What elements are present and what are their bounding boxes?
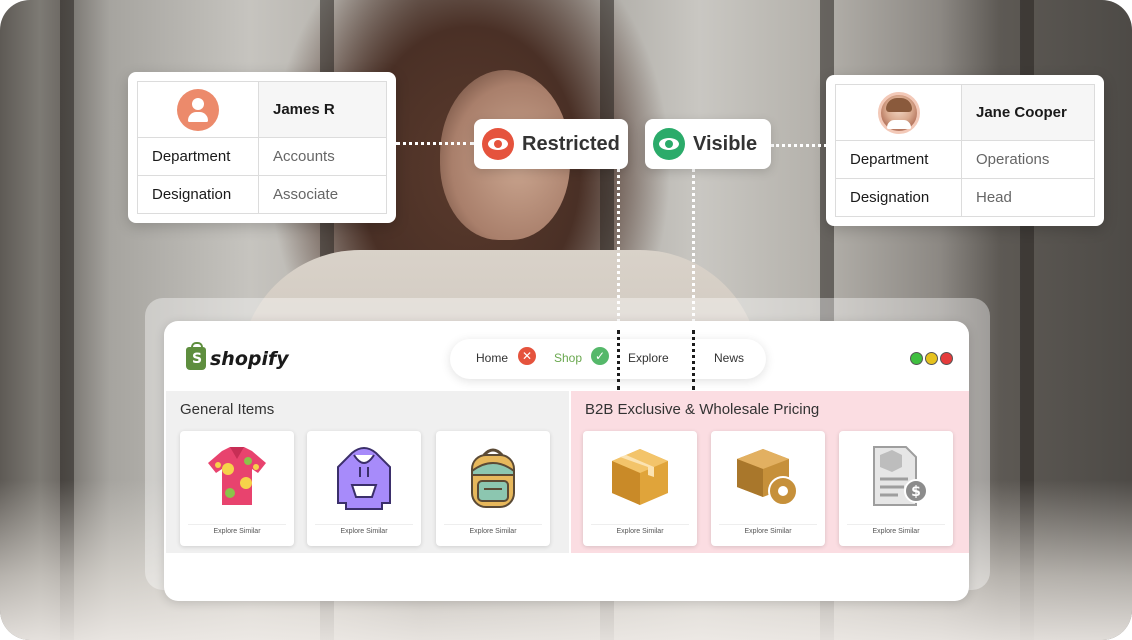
nav-explore[interactable]: Explore bbox=[628, 351, 669, 365]
nav-shop[interactable]: Shop bbox=[554, 351, 582, 365]
window-dot-yellow[interactable] bbox=[925, 352, 938, 365]
svg-text:$: $ bbox=[911, 484, 921, 500]
field-label: Department bbox=[137, 137, 259, 176]
user-name: Jane Cooper bbox=[961, 84, 1095, 141]
field-value: Associate bbox=[258, 175, 387, 214]
field-value: Accounts bbox=[258, 137, 387, 176]
explore-similar-link[interactable]: Explore Similar bbox=[444, 524, 542, 538]
shopping-bag-icon: S bbox=[186, 342, 206, 370]
visible-check-icon: ✓ bbox=[591, 347, 609, 365]
shirt-icon bbox=[180, 445, 294, 515]
connector-line bbox=[771, 144, 827, 147]
user-card-james: James R Department Accounts Designation … bbox=[128, 72, 396, 223]
explore-similar-link[interactable]: Explore Similar bbox=[719, 524, 817, 538]
product-card[interactable]: Explore Similar bbox=[436, 431, 550, 546]
nav-home[interactable]: Home bbox=[476, 351, 508, 365]
product-card[interactable]: Explore Similar bbox=[307, 431, 421, 546]
product-card[interactable]: $ Explore Similar bbox=[839, 431, 953, 546]
explore-similar-link[interactable]: Explore Similar bbox=[315, 524, 413, 538]
window-controls bbox=[910, 352, 953, 365]
store-nav: Home ✕ Shop ✓ Explore News bbox=[450, 339, 766, 379]
explore-similar-link[interactable]: Explore Similar bbox=[188, 524, 286, 538]
restricted-badge: Restricted bbox=[474, 119, 628, 169]
window-dot-red[interactable] bbox=[940, 352, 953, 365]
hoodie-icon bbox=[307, 445, 421, 515]
user-card-jane: Jane Cooper Department Operations Design… bbox=[826, 75, 1104, 226]
visible-badge: Visible bbox=[645, 119, 771, 169]
field-value: Head bbox=[961, 178, 1095, 217]
brand-name: shopify bbox=[210, 347, 289, 370]
connector-line bbox=[617, 330, 620, 390]
eye-icon bbox=[653, 128, 685, 160]
product-card[interactable]: Explore Similar bbox=[711, 431, 825, 546]
shopify-logo: S shopify bbox=[186, 342, 289, 370]
visible-label: Visible bbox=[693, 132, 758, 155]
user-avatar-icon bbox=[177, 88, 219, 131]
restricted-x-icon: ✕ bbox=[518, 347, 536, 365]
field-label: Department bbox=[835, 140, 962, 179]
b2b-section: B2B Exclusive & Wholesale Pricing Explor… bbox=[571, 391, 969, 553]
user-photo-avatar bbox=[877, 91, 920, 134]
backpack-icon bbox=[436, 445, 550, 515]
package-box-icon bbox=[583, 445, 697, 515]
field-label: Designation bbox=[137, 175, 259, 214]
field-label: Designation bbox=[835, 178, 962, 217]
explore-similar-link[interactable]: Explore Similar bbox=[847, 524, 945, 538]
product-card[interactable]: Explore Similar bbox=[583, 431, 697, 546]
nav-news[interactable]: News bbox=[714, 351, 744, 365]
user-name: James R bbox=[258, 81, 387, 138]
general-items-section: General Items Explore Similar Explore Si… bbox=[166, 391, 569, 553]
section-title: B2B Exclusive & Wholesale Pricing bbox=[585, 401, 820, 418]
field-value: Operations bbox=[961, 140, 1095, 179]
connector-line bbox=[396, 142, 474, 145]
window-dot-green[interactable] bbox=[910, 352, 923, 365]
eye-icon bbox=[482, 128, 514, 160]
explore-similar-link[interactable]: Explore Similar bbox=[591, 524, 689, 538]
restricted-label: Restricted bbox=[522, 132, 620, 155]
store-window: S shopify Home ✕ Shop ✓ Explore News Gen… bbox=[164, 321, 969, 601]
product-card[interactable]: Explore Similar bbox=[180, 431, 294, 546]
connector-line bbox=[692, 330, 695, 390]
box-gear-icon bbox=[711, 445, 825, 515]
invoice-icon: $ bbox=[839, 445, 953, 515]
section-title: General Items bbox=[180, 401, 275, 418]
